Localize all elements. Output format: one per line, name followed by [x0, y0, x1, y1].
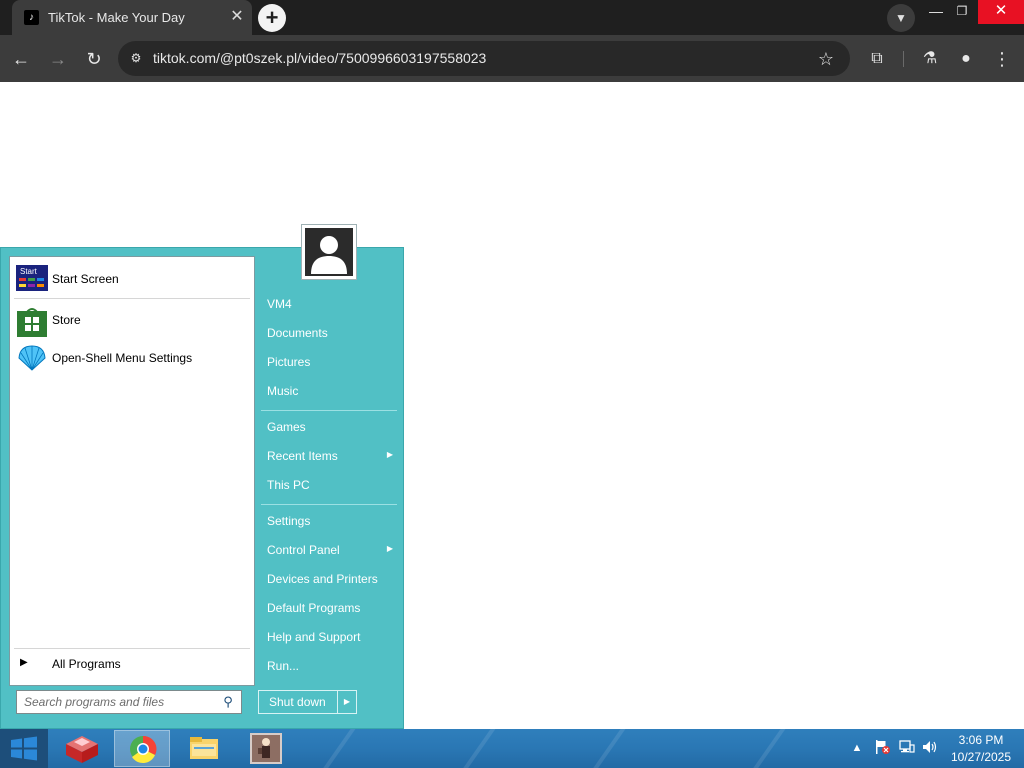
pinned-divider — [14, 298, 250, 299]
search-icon[interactable]: ⚲ — [220, 694, 236, 710]
profile-icon[interactable]: ● — [953, 46, 979, 72]
menu-item-label: Settings — [267, 514, 311, 528]
menu-item-label: Devices and Printers — [267, 572, 378, 586]
menu-item-label: Default Programs — [267, 601, 361, 615]
shutdown-options-button[interactable]: ▶ — [337, 690, 357, 714]
menu-item-default-programs[interactable]: Default Programs — [259, 597, 399, 621]
all-programs-label: All Programs — [52, 657, 121, 671]
menu-item-label: Recent Items — [267, 449, 338, 463]
extensions-icon[interactable]: ⧉ — [864, 46, 890, 72]
menu-item-recent-items[interactable]: Recent Items ▶ — [259, 445, 399, 469]
menu-item-label: Help and Support — [267, 630, 361, 644]
more-menu-icon[interactable]: ⋮ — [989, 46, 1015, 72]
network-icon[interactable] — [897, 739, 917, 757]
menu-item-label: Control Panel — [267, 543, 340, 557]
url-text[interactable]: tiktok.com/@pt0szek.pl/video/75009966031… — [153, 50, 486, 66]
site-settings-icon[interactable]: ⚙ — [127, 49, 145, 67]
all-programs-button[interactable]: ▶ All Programs — [14, 653, 250, 677]
menu-separator — [261, 504, 397, 505]
labs-flask-icon[interactable]: ⚗ — [917, 46, 943, 72]
menu-item-vm4[interactable]: VM4 — [259, 293, 399, 317]
volume-icon[interactable] — [920, 739, 940, 757]
search-input[interactable]: Search programs and files ⚲ — [16, 690, 242, 714]
menu-item-documents[interactable]: Documents — [259, 322, 399, 346]
menu-separator — [261, 410, 397, 411]
clock-time[interactable]: 3:06 PM — [940, 733, 1022, 747]
tab-search-button[interactable]: ▼ — [887, 4, 915, 32]
program-store[interactable]: Store — [14, 302, 250, 338]
menu-item-control-panel[interactable]: Control Panel ▶ — [259, 539, 399, 563]
program-start-screen[interactable]: Start Start Screen — [14, 261, 250, 297]
program-label: Open-Shell Menu Settings — [52, 351, 193, 365]
menu-item-label: Documents — [267, 326, 328, 340]
submenu-arrow-icon: ▶ — [386, 450, 393, 459]
submenu-arrow-icon: ▶ — [386, 544, 393, 553]
wallpaper-streak — [447, 729, 497, 768]
open-shell-icon — [16, 344, 48, 372]
start-screen-icon: Start — [16, 265, 48, 293]
menu-item-settings[interactable]: Settings — [259, 510, 399, 534]
taskbar-app-red[interactable] — [54, 730, 110, 767]
windows-logo-icon — [11, 736, 37, 761]
menu-item-devices-printers[interactable]: Devices and Printers — [259, 568, 399, 592]
program-label: Start Screen — [52, 272, 119, 286]
store-icon — [16, 306, 48, 337]
toolbar-divider — [903, 51, 904, 67]
start-button[interactable] — [0, 729, 48, 768]
menu-item-pictures[interactable]: Pictures — [259, 351, 399, 375]
app-figure-icon — [250, 733, 282, 764]
close-icon[interactable]: ✕ — [228, 8, 246, 26]
start-screen-icon-text: Start — [20, 267, 38, 276]
menu-item-this-pc[interactable]: This PC — [259, 474, 399, 498]
clock-date[interactable]: 10/27/2025 — [940, 750, 1022, 764]
reload-icon[interactable]: ↻ — [81, 46, 107, 72]
tab-title: TikTok - Make Your Day — [48, 10, 185, 25]
program-open-shell-settings[interactable]: Open-Shell Menu Settings — [14, 340, 250, 376]
shutdown-button[interactable]: Shut down — [258, 690, 338, 714]
wallpaper-streak — [307, 729, 357, 768]
all-programs-divider — [14, 648, 250, 649]
back-arrow-icon[interactable]: ← — [8, 46, 34, 72]
start-menu: Start Start Screen Store Open-Shell Menu… — [0, 224, 404, 729]
menu-item-label: Games — [267, 420, 306, 434]
shutdown-label: Shut down — [269, 695, 326, 709]
menu-item-games[interactable]: Games — [259, 416, 399, 440]
user-silhouette-icon — [305, 228, 353, 276]
menu-item-run[interactable]: Run... — [259, 655, 399, 679]
app-red-icon — [66, 736, 98, 763]
taskbar-app-chrome[interactable] — [114, 730, 170, 767]
taskbar-app-explorer[interactable] — [176, 730, 232, 767]
chrome-icon — [130, 735, 157, 764]
menu-item-label: This PC — [267, 478, 310, 492]
menu-item-music[interactable]: Music — [259, 380, 399, 404]
tiktok-icon: ♪ — [24, 10, 39, 25]
menu-item-label: VM4 — [267, 297, 292, 311]
browser-tabstrip: ♪ TikTok - Make Your Day ✕ + ▼ — ❐ ✕ — [0, 0, 1024, 35]
new-tab-button[interactable]: + — [258, 4, 286, 32]
bookmark-star-icon[interactable]: ☆ — [814, 47, 838, 71]
taskbar: ▲ 3:06 PM 10/27/2025 — [0, 729, 1024, 768]
triangle-right-icon: ▶ — [20, 657, 28, 668]
show-hidden-icons-button[interactable]: ▲ — [850, 739, 864, 757]
restore-button[interactable]: ❐ — [946, 0, 978, 24]
menu-item-label: Pictures — [267, 355, 311, 369]
taskbar-app-figure[interactable] — [238, 730, 294, 767]
window-close-button[interactable]: ✕ — [978, 0, 1024, 24]
browser-toolbar: ← → ↻ ⚙ tiktok.com/@pt0szek.pl/video/750… — [0, 35, 1024, 82]
browser-tab[interactable]: ♪ TikTok - Make Your Day ✕ — [12, 0, 252, 35]
menu-item-label: Music — [267, 384, 299, 398]
action-center-flag-icon[interactable] — [872, 739, 892, 757]
program-label: Store — [52, 313, 81, 327]
menu-item-label: Run... — [267, 659, 300, 673]
file-explorer-icon — [190, 737, 218, 759]
menu-item-help-support[interactable]: Help and Support — [259, 626, 399, 650]
forward-arrow-icon[interactable]: → — [45, 46, 71, 72]
search-placeholder: Search programs and files — [24, 695, 165, 709]
wallpaper-streak — [577, 729, 627, 768]
wallpaper-streak — [737, 729, 787, 768]
user-avatar[interactable] — [301, 224, 357, 280]
screen: ♪ TikTok - Make Your Day ✕ + ▼ — ❐ ✕ ← →… — [0, 0, 1024, 768]
pinned-programs-pane: Start Start Screen Store Open-Shell Menu… — [9, 256, 255, 686]
address-bar[interactable]: ⚙ tiktok.com/@pt0szek.pl/video/750099660… — [118, 41, 850, 76]
